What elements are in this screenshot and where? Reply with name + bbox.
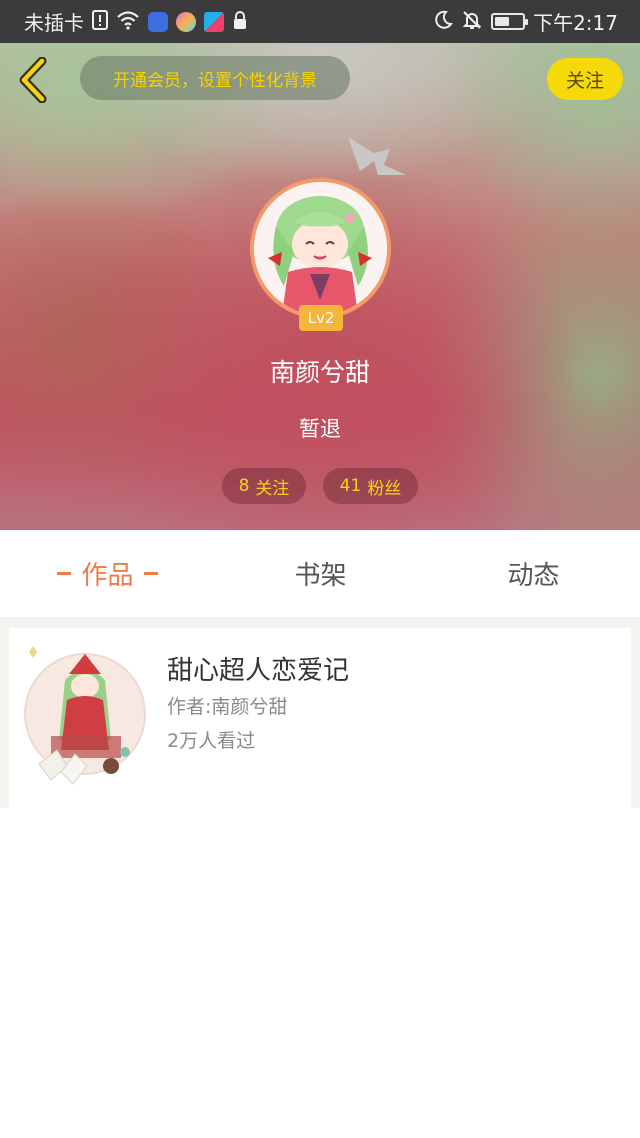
tab-works-label: 作品: [81, 561, 134, 591]
work-author: 作者: 南颜兮甜: [167, 692, 287, 719]
fans-count: 41: [339, 476, 362, 496]
username: 南颜兮甜: [269, 358, 370, 387]
carrier-label: 未插卡: [24, 11, 84, 35]
bell-off-icon: [461, 9, 483, 35]
work-cover-image: [21, 640, 149, 800]
sim-alert-icon: [92, 9, 108, 34]
profile-tabs: 作品 书架 动态: [0, 530, 640, 617]
profile-header: 开通会员，设置个性化背景 关注 Lv2 南颜兮甜 暂退 8 关注 41 粉丝: [0, 43, 640, 530]
work-title[interactable]: 甜心超人恋爱记: [167, 650, 349, 687]
following-stat[interactable]: 8 关注: [222, 468, 306, 504]
work-card[interactable]: 甜心超人恋爱记 作者: 南颜兮甜 2万人看过: [9, 628, 631, 808]
moon-icon: [433, 10, 453, 34]
wifi-icon: [116, 10, 140, 34]
following-label: 关注: [255, 478, 290, 499]
battery-icon: [491, 13, 529, 30]
baidu-app-icon: [148, 11, 168, 32]
work-views: 2万人看过: [167, 730, 256, 752]
avatar-illustration: [254, 182, 387, 315]
work-author-name: 南颜兮甜: [211, 696, 288, 718]
chevron-left-icon: [19, 56, 47, 104]
work-author-prefix: 作者:: [167, 696, 212, 718]
vip-background-prompt[interactable]: 开通会员，设置个性化背景: [80, 56, 350, 100]
content-gutter-left: [0, 617, 9, 808]
content-divider: [0, 617, 640, 628]
lock-icon: [232, 10, 248, 34]
tab-activity-label: 动态: [507, 561, 560, 591]
avatar[interactable]: [250, 178, 391, 319]
tab-dash-left: [57, 572, 72, 575]
status-bar-right: 下午2:17: [433, 7, 618, 36]
clock: 下午2:17: [533, 11, 618, 35]
status-bar: 未插卡 下午2:17: [0, 0, 640, 43]
tab-bookshelf-label: 书架: [294, 561, 347, 591]
fans-stat[interactable]: 41 粉丝: [323, 468, 418, 504]
user-bio: 暂退: [299, 417, 341, 441]
tab-activity[interactable]: 动态: [456, 530, 611, 617]
battery-level: [495, 17, 510, 26]
status-bar-left: 未插卡: [24, 7, 248, 36]
follow-button[interactable]: 关注: [547, 58, 623, 100]
tab-bookshelf[interactable]: 书架: [243, 530, 398, 617]
app-icon: [176, 11, 196, 32]
following-count: 8: [238, 476, 250, 496]
back-button[interactable]: [14, 56, 54, 104]
level-badge: Lv2: [299, 305, 343, 331]
fans-label: 粉丝: [367, 478, 402, 499]
content-gutter-right: [631, 617, 640, 808]
tab-dash-right: [143, 572, 158, 575]
tab-works[interactable]: 作品: [30, 530, 185, 617]
app-icon: [204, 11, 224, 32]
